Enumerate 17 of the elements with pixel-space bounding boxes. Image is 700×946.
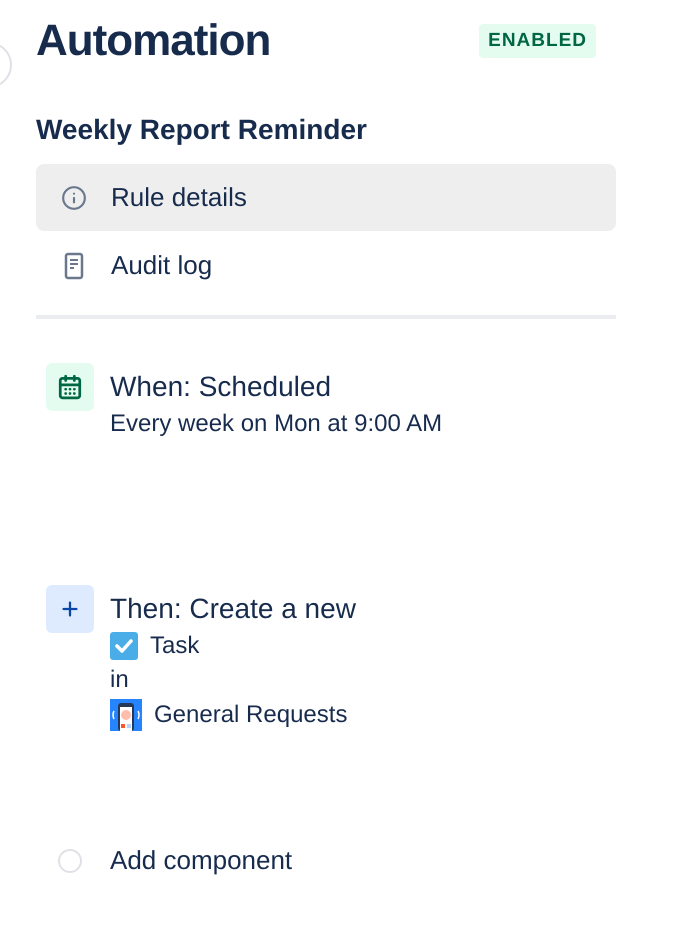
info-icon: [60, 184, 86, 210]
component-title: Then: Create a new: [110, 592, 356, 626]
checkbox-icon: [110, 632, 138, 660]
component-detail: General Requests: [154, 700, 348, 730]
component-detail: Task: [150, 631, 200, 661]
status-badge: ENABLED: [479, 24, 596, 58]
rule-name: Weekly Report Reminder: [36, 113, 368, 147]
page-title: Automation: [36, 15, 270, 67]
plus-icon: [46, 585, 94, 633]
document-icon: [64, 252, 84, 280]
component-detail: in: [110, 665, 129, 695]
add-component-link[interactable]: Add component: [110, 841, 292, 880]
component-detail: Every week on Mon at 9:00 AM: [110, 409, 442, 439]
nav-item[interactable]: Rule details: [36, 164, 616, 231]
calendar-icon: [46, 363, 94, 411]
project-avatar-icon: [110, 699, 142, 731]
component-title: When: Scheduled: [110, 370, 332, 404]
